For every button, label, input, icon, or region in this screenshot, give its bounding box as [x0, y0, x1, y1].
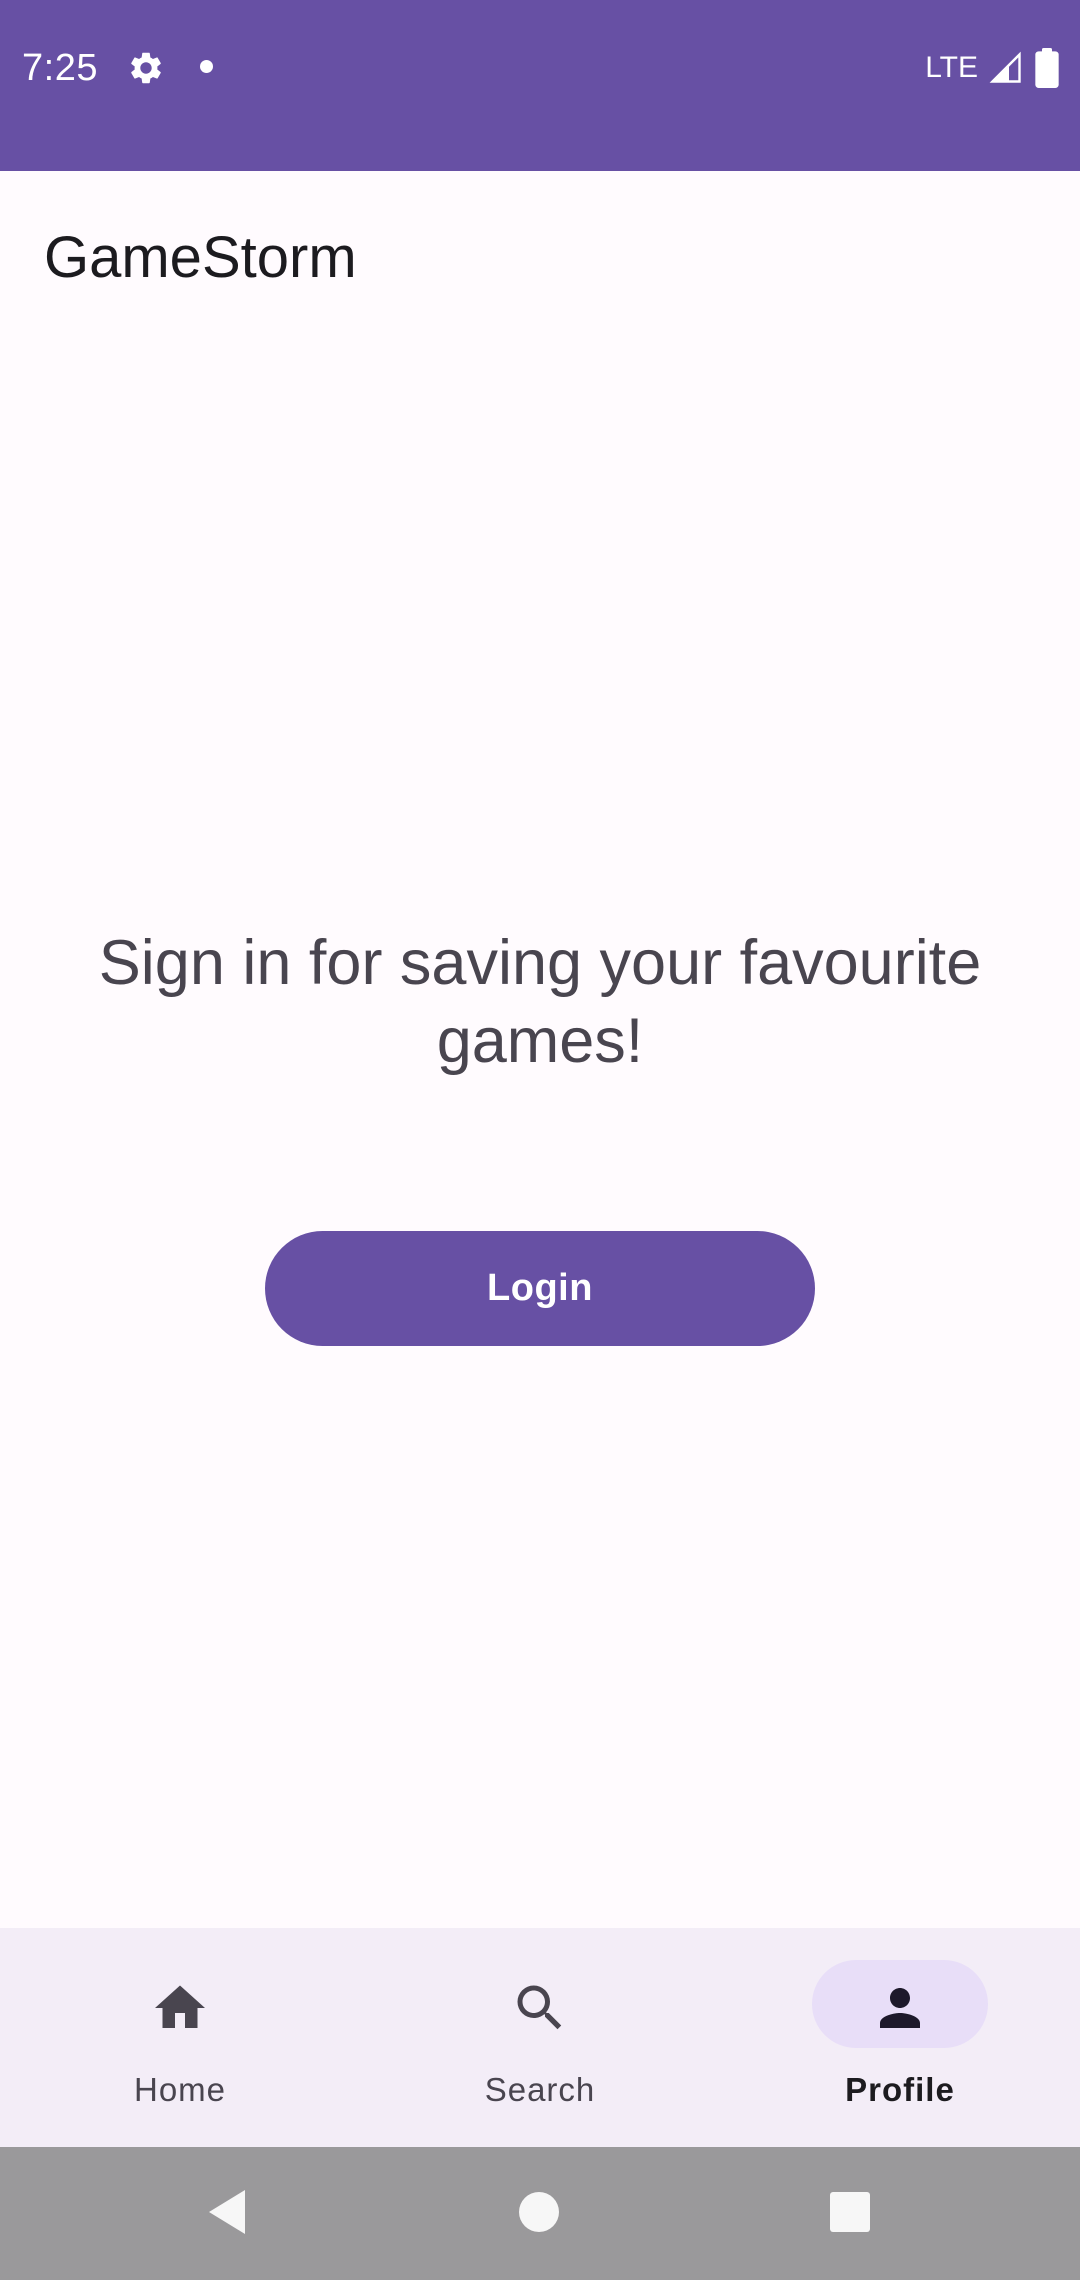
- system-recents-button[interactable]: [805, 2167, 895, 2257]
- login-button[interactable]: Login: [265, 1231, 815, 1346]
- home-circle-icon: [519, 2192, 559, 2232]
- nav-item-home[interactable]: Home: [0, 1928, 360, 2147]
- status-time: 7:25: [22, 47, 98, 89]
- status-indicators: LTE: [925, 44, 1060, 92]
- app-title: GameStorm: [44, 225, 357, 290]
- network-type: LTE: [925, 51, 978, 84]
- nav-item-profile[interactable]: Profile: [720, 1928, 1080, 2147]
- home-icon: [155, 1985, 205, 2028]
- sign-in-prompt: Sign in for saving your favourite games!: [98, 928, 982, 1076]
- nav-label-home: Home: [133, 2071, 227, 2108]
- status-bar: 7:25 LTE: [0, 0, 1080, 171]
- system-back-button[interactable]: [182, 2167, 272, 2257]
- person-icon: [880, 1988, 920, 2028]
- system-home-button[interactable]: [494, 2167, 584, 2257]
- gear-icon: [131, 52, 161, 84]
- search-icon: [517, 1985, 562, 2030]
- nav-label-search: Search: [484, 2071, 596, 2108]
- nav-label-profile: Profile: [845, 2071, 955, 2108]
- nav-item-search[interactable]: Search: [360, 1928, 720, 2147]
- notification-dot-icon: [200, 60, 213, 73]
- recents-icon: [830, 2192, 870, 2232]
- system-navigation-bar: [0, 2147, 1080, 2280]
- signal-icon: [989, 51, 1021, 83]
- login-button-label: Login: [487, 1267, 593, 1309]
- battery-icon: [1035, 48, 1059, 88]
- back-icon: [209, 2190, 245, 2234]
- bottom-navigation: Home Search Profile: [0, 1928, 1080, 2147]
